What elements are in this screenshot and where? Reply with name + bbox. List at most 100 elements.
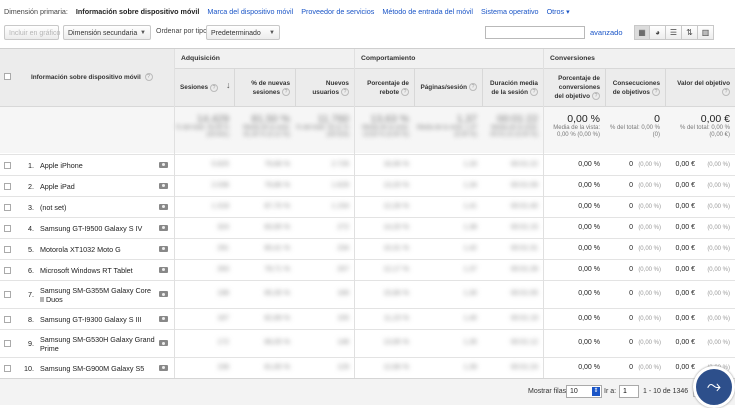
cell-conv-rate: 0,00 % xyxy=(578,265,600,273)
row-checkbox[interactable] xyxy=(4,340,11,347)
dimension-link-brand[interactable]: Marca del dispositivo móvil xyxy=(207,7,293,16)
total-conv-rate-sub: Media de la vista: 0,00 % (0,00 %) xyxy=(553,125,600,138)
row-checkbox[interactable] xyxy=(4,182,11,190)
header-new-users[interactable]: Nuevos usuarios? xyxy=(295,68,354,106)
dimension-link-carrier[interactable]: Proveedor de servicios xyxy=(301,7,374,16)
goto-label: Ir a: xyxy=(604,388,617,395)
bars-icon[interactable]: ☰ xyxy=(666,25,682,40)
pagination-bar: Mostrar filas: 10⇕ Ir a: 1 - 10 de 1346 … xyxy=(0,378,735,405)
device-name-link[interactable]: Samsung GT-I9300 Galaxy S III xyxy=(40,315,155,324)
rows-per-page-label: Mostrar filas: xyxy=(528,388,569,395)
cell-bounce: 10,31 % xyxy=(383,244,409,252)
total-new-users-sub: % del total: 33,11 % (35.523) xyxy=(296,125,349,138)
row-index: 10. xyxy=(24,363,34,373)
row-checkbox[interactable] xyxy=(4,161,11,169)
camera-icon[interactable] xyxy=(159,161,168,168)
device-name-link[interactable]: Samsung SM-G355M Galaxy Core II Duos xyxy=(40,286,155,304)
sort-type-select[interactable]: Predeterminado ▼ xyxy=(206,25,280,40)
cell-new-users: 129 xyxy=(337,363,349,371)
dimension-header[interactable]: Información sobre dispositivo móvil ? xyxy=(0,49,174,106)
row-checkbox[interactable] xyxy=(4,266,11,274)
dimension-link-other[interactable]: Otros ▾ xyxy=(547,7,570,16)
camera-icon[interactable] xyxy=(159,266,168,273)
cell-new-users: 272 xyxy=(337,223,349,231)
device-name-link[interactable]: Samsung GT-I9500 Galaxy S IV xyxy=(40,224,155,233)
cell-goal-value: 0,00 € xyxy=(675,290,695,297)
row-checkbox[interactable] xyxy=(4,291,11,298)
cell-goal-value: 0,00 € xyxy=(675,181,695,189)
device-name-link[interactable]: Microsoft Windows RT Tablet xyxy=(40,266,155,275)
cell-pct-new: 87,70 % xyxy=(264,202,290,210)
grid-icon[interactable]: ▦ xyxy=(634,25,650,40)
device-name-link[interactable]: Apple iPad xyxy=(40,182,155,191)
row-checkbox[interactable] xyxy=(4,245,11,253)
column-divider xyxy=(174,49,175,379)
rows-per-page-select[interactable]: 10 ⇕ xyxy=(566,385,602,398)
device-name-link[interactable]: Samsung SM-G900M Galaxy S5 xyxy=(40,364,155,373)
help-icon: ? xyxy=(282,87,290,96)
row-checkbox[interactable] xyxy=(4,315,11,323)
camera-icon[interactable] xyxy=(159,340,168,346)
camera-icon[interactable] xyxy=(159,224,168,231)
header-pct-new[interactable]: % de nuevas sesiones? xyxy=(234,68,295,106)
header-goal-completions[interactable]: Consecuciones de objetivos? xyxy=(605,68,665,106)
sort-descending-icon[interactable]: ↓ xyxy=(226,80,231,90)
device-name-link[interactable]: Samsung SM-G530H Galaxy Grand Prime xyxy=(40,335,155,353)
row-index: 7. xyxy=(28,290,34,299)
cell-goal-completions: 0 xyxy=(629,265,633,273)
total-duration-value: 00:01:22 xyxy=(497,113,538,125)
camera-icon[interactable] xyxy=(159,291,168,297)
camera-icon[interactable] xyxy=(159,364,168,371)
device-name-link[interactable]: (not set) xyxy=(40,203,155,212)
row-checkbox[interactable] xyxy=(4,203,11,211)
compare-icon[interactable]: ⇅ xyxy=(682,25,698,40)
sort-type-value: Predeterminado xyxy=(211,30,261,37)
header-pages[interactable]: Páginas/sesión? xyxy=(414,68,482,106)
cell-goal-value-pct: (0,00 %) xyxy=(707,182,730,189)
header-duration[interactable]: Duración media de la sesión? xyxy=(482,68,543,106)
total-goal-value-sub: % del total: 0,00 % (0,00 €) xyxy=(679,125,730,138)
select-all-checkbox[interactable] xyxy=(4,73,11,80)
advanced-filter-link[interactable]: avanzado xyxy=(590,28,623,37)
help-icon: ? xyxy=(341,87,349,96)
dimension-link-input[interactable]: Método de entrada del móvil xyxy=(382,7,473,16)
cell-pages: 1,35 xyxy=(463,339,477,346)
camera-icon[interactable] xyxy=(159,203,168,210)
table-row: 10. Samsung SM-G900M Galaxy S5 158 81,65 % 1… xyxy=(0,357,735,378)
row-index: 1. xyxy=(28,160,34,170)
table-search-input[interactable] xyxy=(485,26,585,39)
cell-duration: 00:01:28 xyxy=(510,265,538,273)
cell-goal-value-pct: (0,00 %) xyxy=(707,245,730,252)
total-pages: 1,37 Media de la vista: 1,37 (0,00 %) xyxy=(414,107,482,154)
device-name-link[interactable]: Motorola XT1032 Moto G xyxy=(40,245,155,254)
row-checkbox[interactable] xyxy=(4,364,11,372)
header-bounce[interactable]: Porcentaje de rebote? xyxy=(354,68,414,106)
secondary-dimension-select[interactable]: Dimensión secundaria ▼ xyxy=(63,25,151,40)
cell-pct-new: 82,89 % xyxy=(264,314,290,322)
cell-goal-completions: 0 xyxy=(629,181,633,189)
cell-goal-completions: 0 xyxy=(629,202,633,210)
camera-icon[interactable] xyxy=(159,182,168,189)
row-checkbox[interactable] xyxy=(4,224,11,232)
total-sessions: 14.429% del total: 33,06 % (43.641) xyxy=(174,107,234,154)
total-new-users-value: 11.760 xyxy=(317,113,349,125)
cell-conv-rate: 0,00 % xyxy=(578,314,600,322)
header-goal-value[interactable]: Valor del objetivo? xyxy=(665,68,735,106)
cell-bounce: 12,66 % xyxy=(383,363,409,371)
primary-dimension-label: Dimensión primaria: xyxy=(4,7,68,16)
dimension-link-os[interactable]: Sistema operativo xyxy=(481,7,539,16)
pivot-icon[interactable]: ▥ xyxy=(698,25,714,40)
header-conv-rate[interactable]: Porcentaje de conversiones del objetivo? xyxy=(543,68,605,106)
goto-page-input[interactable] xyxy=(619,385,639,398)
pie-icon[interactable]: ◕ xyxy=(650,25,666,40)
plot-rows-button[interactable]: Incluir en gráfico xyxy=(4,25,60,40)
cell-sessions: 5.825 xyxy=(211,160,229,168)
header-sessions[interactable]: Sesiones? xyxy=(174,68,234,106)
camera-icon[interactable] xyxy=(159,315,168,322)
camera-icon[interactable] xyxy=(159,245,168,252)
header-goal-value-label: Valor del objetivo xyxy=(677,79,730,87)
device-name-link[interactable]: Apple iPhone xyxy=(40,161,155,170)
chevron-down-icon: ▾ xyxy=(566,7,570,16)
cell-goal-completions-pct: (0,00 %) xyxy=(638,291,661,297)
total-goal-value-value: 0,00 € xyxy=(700,113,730,125)
